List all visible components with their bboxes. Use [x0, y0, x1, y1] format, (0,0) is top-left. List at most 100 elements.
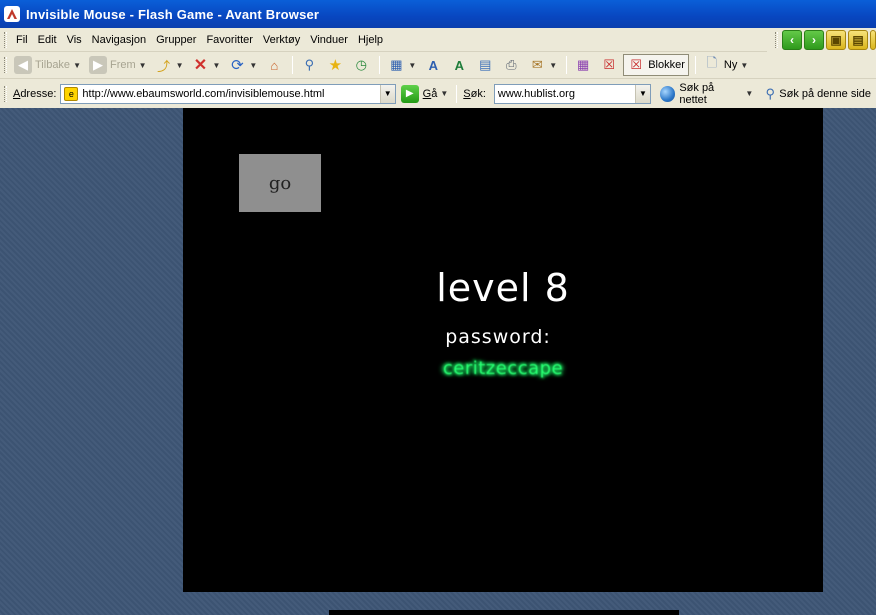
- mail-dropdown-icon[interactable]: ▼: [549, 61, 557, 70]
- go-button[interactable]: ▶ Gå ▼: [400, 84, 448, 103]
- forward-arrow-icon: ▶: [88, 56, 107, 74]
- page-search-icon: ⚲: [765, 85, 776, 101]
- font-size-icon: A: [428, 57, 438, 73]
- menu-edit[interactable]: Edit: [33, 31, 62, 49]
- new-window-button[interactable]: ▦ ▼: [384, 54, 419, 76]
- menu-fil[interactable]: Fil: [11, 31, 33, 49]
- flash-block-icon: ☒: [603, 57, 616, 72]
- address-label: Adresse:: [12, 87, 57, 100]
- font-size-button[interactable]: A: [421, 54, 445, 76]
- favorites-button[interactable]: ★: [323, 54, 347, 76]
- search-page-label: Søk på denne side: [779, 87, 872, 100]
- menu-navigasjon[interactable]: Navigasjon: [87, 31, 151, 49]
- stop-dropdown-icon[interactable]: ▼: [213, 61, 221, 70]
- magnifier-icon: ⚲: [304, 57, 315, 72]
- toolbar-separator: [456, 84, 458, 103]
- go-arrow-icon: ▶: [400, 84, 419, 103]
- search-input[interactable]: www.hublist.org ▼: [493, 83, 651, 104]
- menu-hjelp[interactable]: Hjelp: [353, 31, 388, 49]
- menu-vinduer[interactable]: Vinduer: [305, 31, 353, 49]
- window-titlebar[interactable]: Invisible Mouse - Flash Game - Avant Bro…: [0, 0, 876, 28]
- forward-dropdown-icon[interactable]: ▼: [139, 61, 147, 70]
- star-icon: ★: [328, 57, 343, 74]
- go-dropdown-icon[interactable]: ▼: [440, 89, 448, 98]
- new-window-dropdown-icon[interactable]: ▼: [408, 61, 416, 70]
- window-title: Invisible Mouse - Flash Game - Avant Bro…: [26, 6, 320, 22]
- translate-icon: A: [454, 57, 464, 73]
- password-label: password:: [445, 326, 551, 348]
- new-tab-button[interactable]: 🗋 Ny ▼: [700, 54, 751, 76]
- window-icon: ▦: [390, 57, 403, 72]
- back-button[interactable]: ◀ Tilbake ▼: [11, 54, 84, 76]
- search-button[interactable]: ⚲: [297, 54, 321, 76]
- nav-grip[interactable]: [775, 32, 778, 48]
- search-web-dropdown-icon[interactable]: ▼: [745, 89, 753, 98]
- toolbar-separator: [566, 56, 568, 74]
- refresh-dropdown-icon[interactable]: ▼: [249, 61, 257, 70]
- address-input[interactable]: e http://www.ebaumsworld.com/invisiblemo…: [60, 83, 396, 104]
- search-web-button[interactable]: Søk på nettet ▼: [657, 81, 756, 106]
- forward-button[interactable]: ▶ Frem ▼: [86, 54, 150, 76]
- menu-favoritter[interactable]: Favoritter: [201, 31, 257, 49]
- browser-chrome: Fil Edit Vis Navigasjon Grupper Favoritt…: [0, 28, 876, 108]
- flash-game-canvas[interactable]: go level 8 password: ceritzeccape: [183, 108, 823, 592]
- up-dropdown-icon[interactable]: ▼: [176, 61, 184, 70]
- cascade-windows-icon[interactable]: ▣: [826, 30, 846, 50]
- game-go-button[interactable]: go: [239, 154, 321, 212]
- back-dropdown-icon[interactable]: ▼: [73, 61, 81, 70]
- history-icon: ◷: [355, 57, 368, 72]
- menubar-grip[interactable]: [4, 31, 7, 48]
- new-page-icon: 🗋: [706, 55, 718, 70]
- image-toggle-button[interactable]: ▦: [571, 54, 595, 76]
- toolbar-grip[interactable]: [4, 57, 7, 73]
- main-toolbar: ◀ Tilbake ▼ ▶ Frem ▼ ⤴ ▼ ✕ ▼ ⟳ ▼ ⌂ ⚲ ★ ◷…: [0, 52, 876, 79]
- refresh-button[interactable]: ⟳ ▼: [225, 54, 260, 76]
- news-button[interactable]: ▤: [473, 54, 497, 76]
- up-button[interactable]: ⤴ ▼: [152, 54, 187, 76]
- page-content: go level 8 password: ceritzeccape: [0, 108, 876, 615]
- up-arrow-icon: ⤴: [157, 58, 171, 74]
- menu-vis[interactable]: Vis: [62, 31, 87, 49]
- printer-icon: ⎙: [506, 57, 517, 72]
- toolbar-separator: [694, 56, 696, 74]
- stop-button[interactable]: ✕ ▼: [189, 54, 224, 76]
- flash-block-button[interactable]: ☒: [597, 54, 621, 76]
- search-web-label: Søk på nettet: [679, 81, 715, 106]
- ny-label: Ny: [723, 59, 738, 71]
- level-title: level 8: [436, 266, 570, 310]
- toolbar-separator: [292, 56, 294, 74]
- blokker-label: Blokker: [648, 59, 685, 71]
- window-overflow-icon[interactable]: [870, 30, 876, 50]
- home-icon: ⌂: [270, 57, 279, 73]
- site-favicon-icon: e: [64, 86, 79, 101]
- menu-verktoy[interactable]: Verktøy: [258, 31, 305, 49]
- menubar: Fil Edit Vis Navigasjon Grupper Favoritt…: [0, 28, 876, 52]
- mail-icon: ✉: [531, 57, 543, 72]
- tab-navigation-buttons: ‹ › ▣ ▤: [767, 28, 876, 52]
- search-page-button[interactable]: ⚲ Søk på denne side: [758, 83, 874, 105]
- search-value[interactable]: www.hublist.org: [495, 88, 635, 100]
- tile-windows-icon[interactable]: ▤: [848, 30, 868, 50]
- password-value: ceritzeccape: [442, 357, 564, 379]
- history-button[interactable]: ◷: [349, 54, 373, 76]
- search-label: Søk:: [463, 87, 486, 100]
- address-toolbar: Adresse: e http://www.ebaumsworld.com/in…: [0, 79, 876, 108]
- address-grip[interactable]: [4, 85, 7, 102]
- previous-tab-icon[interactable]: ‹: [782, 30, 802, 50]
- address-url[interactable]: http://www.ebaumsworld.com/invisiblemous…: [82, 88, 379, 100]
- menu-grupper[interactable]: Grupper: [151, 31, 201, 49]
- popup-block-icon: ☒: [630, 57, 643, 72]
- refresh-icon: ⟳: [231, 57, 244, 74]
- address-dropdown-icon[interactable]: ▼: [379, 84, 395, 103]
- globe-icon: [659, 85, 676, 102]
- search-dropdown-icon[interactable]: ▼: [634, 84, 650, 103]
- go-label: Gå: [422, 87, 438, 100]
- popup-blocker-button[interactable]: ☒ Blokker: [623, 54, 689, 76]
- ny-dropdown-icon[interactable]: ▼: [740, 61, 748, 70]
- mail-button[interactable]: ✉ ▼: [525, 54, 560, 76]
- translate-button[interactable]: A: [447, 54, 471, 76]
- print-button[interactable]: ⎙: [499, 54, 523, 76]
- picture-icon: ▦: [577, 57, 590, 72]
- home-button[interactable]: ⌂: [262, 54, 286, 76]
- next-tab-icon[interactable]: ›: [804, 30, 824, 50]
